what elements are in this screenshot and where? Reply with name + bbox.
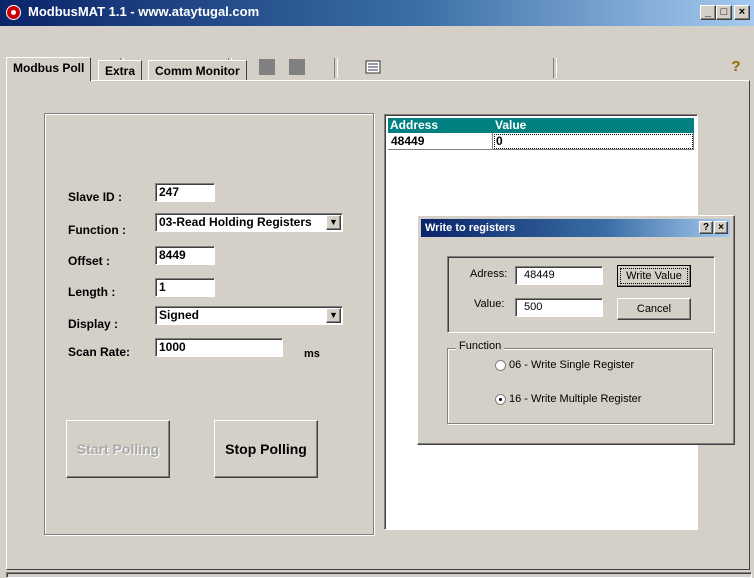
window-title: ModbusMAT 1.1 - www.ataytugal.com [28,4,260,19]
write-value-button[interactable]: Write Value [617,265,691,287]
scan-rate-label: Scan Rate: [68,345,131,359]
address-input[interactable]: 48449 [515,266,603,285]
list-icon[interactable] [364,58,382,76]
length-label: Length : [68,285,116,299]
dialog-title-bar[interactable]: Write to registers [421,219,730,237]
toolbar-separator [334,58,338,78]
app-icon[interactable] [6,5,21,20]
length-input[interactable]: 1 [155,278,215,297]
scan-rate-unit: ms [304,348,320,360]
value-input[interactable]: 500 [515,298,603,317]
slave-id-input[interactable]: 247 [155,183,215,202]
block-icon[interactable] [258,58,276,76]
tab-comm-monitor[interactable]: Comm Monitor [148,60,247,80]
title-bar[interactable]: ModbusMAT 1.1 - www.ataytugal.com _ □ × [0,0,754,26]
function-select[interactable]: 03-Read Holding Registers ▼ [155,213,343,232]
restore-button[interactable]: □ [716,5,732,20]
address-label: Adress: [470,268,508,280]
tab-modbus-poll[interactable]: Modbus Poll [6,57,92,81]
chevron-down-icon[interactable]: ▼ [326,215,341,230]
offset-input[interactable]: 8449 [155,246,215,265]
chevron-down-icon[interactable]: ▼ [326,308,341,323]
dialog-help-button[interactable]: ? [699,221,713,234]
offset-label: Offset : [68,254,110,268]
toolbar-separator [553,58,557,78]
slave-id-label: Slave ID : [68,190,123,204]
stop-polling-button[interactable]: Stop Polling [214,420,318,478]
status-bar [6,572,752,578]
display-label: Display : [68,317,119,331]
cell-value[interactable]: 0 [493,133,694,150]
display-select[interactable]: Signed ▼ [155,306,343,325]
column-header-address[interactable]: Address [388,118,493,133]
function-label: Function : [68,223,126,237]
block-icon[interactable] [288,58,306,76]
toolbar: ? [0,26,754,78]
radio-button[interactable] [495,360,506,371]
radio-label: 16 - Write Multiple Register [509,393,642,405]
close-button[interactable]: × [734,5,750,20]
start-polling-button[interactable]: Start Polling [66,420,170,478]
radio-label: 06 - Write Single Register [509,359,635,371]
scan-rate-input[interactable]: 1000 [155,338,283,357]
dialog-close-button[interactable]: × [714,221,728,234]
function-group-label: Function [456,340,505,352]
dialog-title: Write to registers [425,222,516,234]
function-value: 03-Read Holding Registers [159,215,312,229]
tab-extra[interactable]: Extra [98,60,143,80]
display-value: Signed [159,308,200,322]
column-header-value[interactable]: Value [493,118,694,133]
app-window: ModbusMAT 1.1 - www.ataytugal.com _ □ × [0,0,754,578]
cell-address[interactable]: 48449 [388,133,493,150]
help-icon[interactable]: ? [727,58,745,76]
radio-option-16[interactable]: 16 - Write Multiple Register [495,392,695,408]
value-label: Value: [474,298,505,310]
write-registers-dialog: Write to registers ? × Adress: 48449 Wri… [417,215,735,445]
cancel-button[interactable]: Cancel [617,298,691,320]
minimize-button[interactable]: _ [700,5,716,20]
radio-option-06[interactable]: 06 - Write Single Register [495,358,695,374]
radio-button[interactable] [495,394,506,405]
